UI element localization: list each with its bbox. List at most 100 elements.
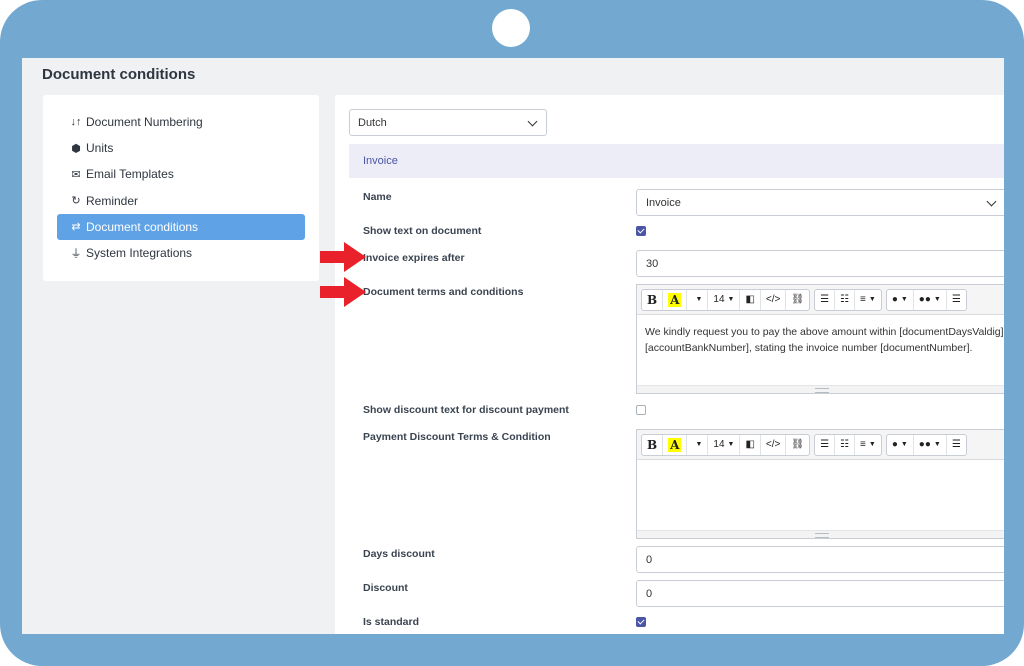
document-conditions-panel: Dutch Invoice Name Invoice Show text on … <box>335 95 1004 634</box>
link-icon: ⛓ <box>791 439 805 450</box>
days-discount-value: 0 <box>646 553 653 566</box>
editor-toolbar: B A ▼ 14 ▼ ◧ </> ⛓ ☰ ☷ ≡ ▼ ● ▼ ●● ▼ ☰ <box>637 285 1004 315</box>
code-button[interactable]: </> <box>761 289 787 310</box>
is-standard-checkbox[interactable] <box>636 617 646 627</box>
sidebar-item-reminder[interactable]: ↻ Reminder <box>57 188 305 214</box>
numbered-list-icon: ☷ <box>840 439 850 450</box>
eraser-icon: ◧ <box>745 439 755 450</box>
bullet-list-icon: ☰ <box>820 294 830 305</box>
highlight-icon: A <box>668 292 682 307</box>
page-title: Document conditions <box>42 66 196 83</box>
numbered-list-icon: ☷ <box>840 294 850 305</box>
editor-toolbar: B A ▼ 14 ▼ ◧ </> ⛓ ☰ ☷ ≡ ▼ ● ▼ ●● ▼ ☰ <box>637 430 1004 460</box>
is-standard-label: Is standard <box>363 616 420 628</box>
font-size-button[interactable]: 14 ▼ <box>708 289 741 310</box>
envelope-icon: ✉ <box>71 168 81 181</box>
font-size-value: 14 <box>713 439 725 450</box>
align-button[interactable]: ≡ ▼ <box>855 435 881 455</box>
highlight-button[interactable]: A <box>663 289 688 310</box>
list-icon: ☰ <box>951 439 961 450</box>
highlight-dropdown-button[interactable]: ▼ <box>687 289 709 310</box>
cube-icon: ⬢ <box>71 142 81 155</box>
payment-discount-label: Payment Discount Terms & Condition <box>363 431 551 443</box>
bullet-list-button[interactable]: ☰ <box>815 289 836 310</box>
user-icon: ● <box>891 439 898 450</box>
section-header-invoice[interactable]: Invoice <box>349 144 1004 178</box>
expires-input[interactable]: 30 <box>636 250 1004 277</box>
link-button[interactable]: ⛓ <box>786 290 809 310</box>
bullet-list-icon: ☰ <box>820 439 830 450</box>
terms-line-1: We kindly request you to pay the above a… <box>645 326 1004 338</box>
sidebar-item-label: Document conditions <box>86 219 199 234</box>
payment-discount-editor-content[interactable] <box>637 460 1004 530</box>
more-list-button[interactable]: ☰ <box>947 435 966 455</box>
numbered-list-button[interactable]: ☷ <box>835 434 856 455</box>
show-discount-label: Show discount text for discount payment <box>363 404 569 416</box>
eraser-button[interactable]: ◧ <box>740 289 761 310</box>
refresh-icon: ↻ <box>71 195 81 208</box>
bullet-list-button[interactable]: ☰ <box>815 434 836 455</box>
bold-button[interactable]: B <box>642 434 664 455</box>
users-button[interactable]: ●● ▼ <box>914 434 947 455</box>
font-size-button[interactable]: 14 ▼ <box>708 434 741 455</box>
caret-down-icon: ▼ <box>900 296 908 303</box>
discount-value: 0 <box>646 587 653 600</box>
user-button[interactable]: ● ▼ <box>887 434 914 455</box>
discount-input[interactable]: 0 <box>636 580 1004 607</box>
sidebar-item-email-templates[interactable]: ✉ Email Templates <box>57 161 305 187</box>
code-icon: </> <box>765 439 781 450</box>
days-discount-input[interactable]: 0 <box>636 546 1004 573</box>
sidebar-item-document-numbering[interactable]: ↓↑ Document Numbering <box>57 109 305 135</box>
eraser-button[interactable]: ◧ <box>740 434 761 455</box>
plug-icon: ⏚ <box>70 247 82 260</box>
editor-resize-handle[interactable] <box>637 530 1004 538</box>
terms-label: Document terms and conditions <box>363 286 524 298</box>
sidebar-item-system-integrations[interactable]: ⏚ System Integrations <box>57 240 305 266</box>
list-icon: ☰ <box>951 294 961 305</box>
payment-discount-editor[interactable]: B A ▼ 14 ▼ ◧ </> ⛓ ☰ ☷ ≡ ▼ ● ▼ ●● ▼ ☰ <box>636 429 1004 539</box>
sidebar-item-document-conditions[interactable]: ⇄ Document conditions <box>57 213 305 240</box>
user-icon: ● <box>891 294 898 305</box>
caret-down-icon: ▼ <box>868 441 876 448</box>
section-title: Invoice <box>363 155 398 167</box>
code-button[interactable]: </> <box>761 434 787 455</box>
more-list-button[interactable]: ☰ <box>947 290 966 310</box>
show-discount-checkbox[interactable] <box>636 405 646 415</box>
caret-down-icon: ▼ <box>868 296 876 303</box>
font-size-value: 14 <box>713 294 725 305</box>
sort-icon: ↓↑ <box>70 116 82 128</box>
bold-button[interactable]: B <box>642 289 664 310</box>
numbered-list-button[interactable]: ☷ <box>835 289 856 310</box>
terms-editor-content[interactable]: We kindly request you to pay the above a… <box>637 315 1004 385</box>
highlight-button[interactable]: A <box>663 434 688 455</box>
toolbar-group-format: B A ▼ 14 ▼ ◧ </> ⛓ <box>641 288 811 311</box>
annotation-arrow-expires <box>320 242 366 272</box>
toolbar-group-lists: ☰ ☷ ≡ ▼ <box>814 288 882 311</box>
show-text-checkbox[interactable] <box>636 226 646 236</box>
align-button[interactable]: ≡ ▼ <box>855 290 881 310</box>
annotation-arrow-terms <box>320 277 366 307</box>
discount-label: Discount <box>363 582 408 594</box>
align-icon: ≡ <box>860 439 866 450</box>
sidebar-item-label: Email Templates <box>86 167 174 182</box>
name-value: Invoice <box>646 196 681 209</box>
name-select[interactable]: Invoice <box>636 189 1004 216</box>
eraser-icon: ◧ <box>745 294 755 305</box>
sidebar-item-units[interactable]: ⬢ Units <box>57 135 305 161</box>
app-screen: Document conditions ↓↑ Document Numberin… <box>22 58 1004 634</box>
days-discount-label: Days discount <box>363 548 435 560</box>
language-select[interactable]: Dutch <box>349 109 547 136</box>
highlight-dropdown-button[interactable]: ▼ <box>687 434 709 455</box>
exchange-icon: ⇄ <box>71 221 81 234</box>
users-button[interactable]: ●● ▼ <box>914 289 947 310</box>
link-button[interactable]: ⛓ <box>786 435 809 455</box>
language-value: Dutch <box>358 116 387 129</box>
chevron-down-icon <box>986 196 997 207</box>
terms-editor[interactable]: B A ▼ 14 ▼ ◧ </> ⛓ ☰ ☷ ≡ ▼ ● ▼ ●● ▼ ☰ We… <box>636 284 1004 394</box>
editor-resize-handle[interactable] <box>637 385 1004 393</box>
user-button[interactable]: ● ▼ <box>887 289 914 310</box>
toolbar-group-lists: ☰ ☷ ≡ ▼ <box>814 433 882 456</box>
device-frame: Document conditions ↓↑ Document Numberin… <box>0 0 1024 666</box>
camera-dot <box>492 9 530 47</box>
toolbar-group-format: B A ▼ 14 ▼ ◧ </> ⛓ <box>641 433 811 456</box>
